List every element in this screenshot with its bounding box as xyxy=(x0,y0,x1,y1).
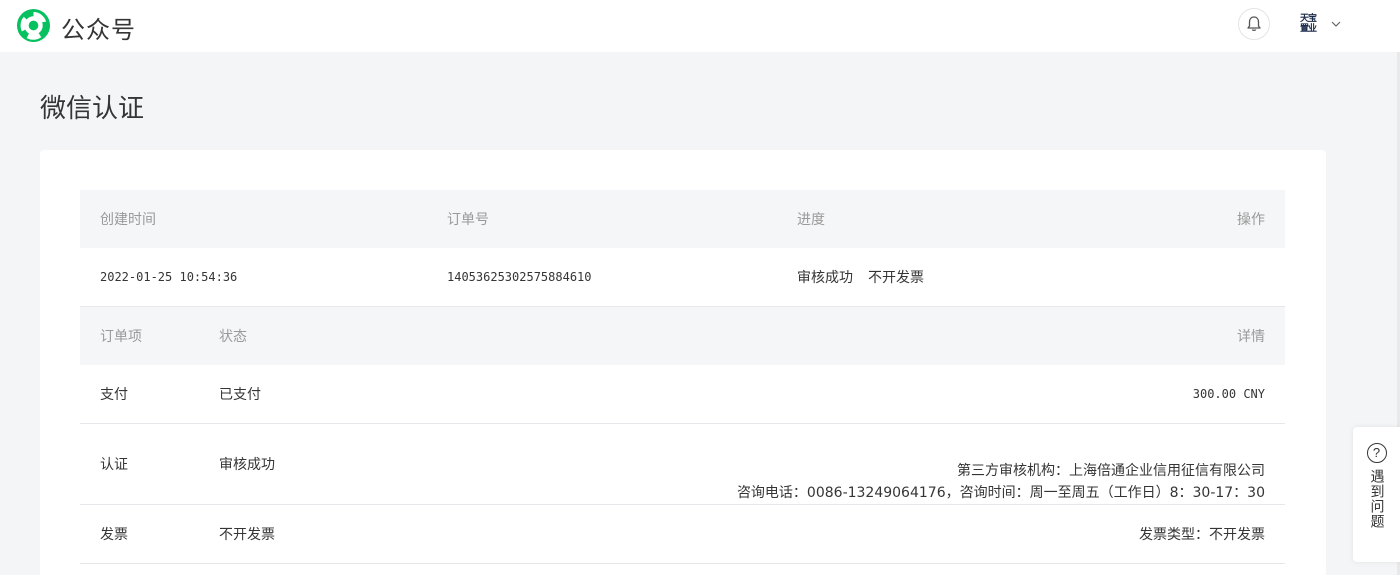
column-action: 操作 xyxy=(1237,212,1265,228)
consult-info: 咨询电话：0086-13249064176，咨询时间：周一至周五（工作日）8：3… xyxy=(736,485,1265,501)
progress-status: 审核成功 xyxy=(797,270,853,286)
column-progress: 进度 xyxy=(797,212,825,228)
column-order-number: 订单号 xyxy=(447,212,489,228)
notification-button[interactable] xyxy=(1238,8,1270,40)
item-detail: 发票类型：不开发票 xyxy=(1139,527,1265,543)
auditor-info: 第三方审核机构：上海倍通企业信用征信有限公司 xyxy=(957,463,1265,479)
order-row: 2022-01-25 10:54:36 14053625302575884610… xyxy=(80,248,1285,307)
column-status: 状态 xyxy=(219,329,247,345)
order-table-header: 创建时间 订单号 进度 操作 xyxy=(80,190,1285,248)
column-detail: 详情 xyxy=(1237,329,1265,345)
table-row: 认证 审核成功 第三方审核机构：上海倍通企业信用征信有限公司 咨询电话：0086… xyxy=(80,424,1285,505)
order-progress: 审核成功 不开发票 xyxy=(797,248,924,306)
table-row: 支付 已支付 300.00 CNY xyxy=(80,365,1285,424)
page-title: 微信认证 xyxy=(40,94,145,124)
item-name: 支付 xyxy=(100,387,128,403)
platform-brand-name[interactable]: 公众号 xyxy=(61,10,136,45)
chevron-down-icon[interactable] xyxy=(1330,18,1342,30)
question-icon: ? xyxy=(1366,443,1387,463)
item-detail: 300.00 CNY xyxy=(1192,387,1265,401)
wechat-official-account-logo-icon[interactable] xyxy=(16,8,51,43)
help-float-button[interactable]: ? 遇到问题 xyxy=(1353,427,1400,562)
bell-icon xyxy=(1247,16,1261,31)
item-status: 审核成功 xyxy=(219,457,275,473)
item-status: 不开发票 xyxy=(219,527,275,543)
column-created-time: 创建时间 xyxy=(100,212,156,228)
avatar-line-2: 置业 xyxy=(1299,24,1317,34)
account-avatar[interactable]: 天宝 置业 xyxy=(1296,12,1320,36)
certification-order-card: 创建时间 订单号 进度 操作 2022-01-25 10:54:36 14053… xyxy=(40,150,1326,575)
help-label: 遇到问题 xyxy=(1368,469,1385,529)
avatar-line-1: 天宝 xyxy=(1299,14,1317,24)
items-table-header: 订单项 状态 详情 xyxy=(80,307,1285,365)
order-created-time: 2022-01-25 10:54:36 xyxy=(100,270,238,284)
table-row: 发票 不开发票 发票类型：不开发票 xyxy=(80,505,1285,564)
top-navigation-bar: 公众号 天宝 置业 xyxy=(0,0,1400,52)
column-order-item: 订单项 xyxy=(100,329,142,345)
order-number: 14053625302575884610 xyxy=(447,270,592,284)
item-status: 已支付 xyxy=(219,387,261,403)
item-detail: 第三方审核机构：上海倍通企业信用征信有限公司 咨询电话：0086-1324906… xyxy=(737,424,1265,504)
item-name: 认证 xyxy=(100,457,128,473)
item-name: 发票 xyxy=(100,527,128,543)
progress-invoice: 不开发票 xyxy=(868,270,924,286)
